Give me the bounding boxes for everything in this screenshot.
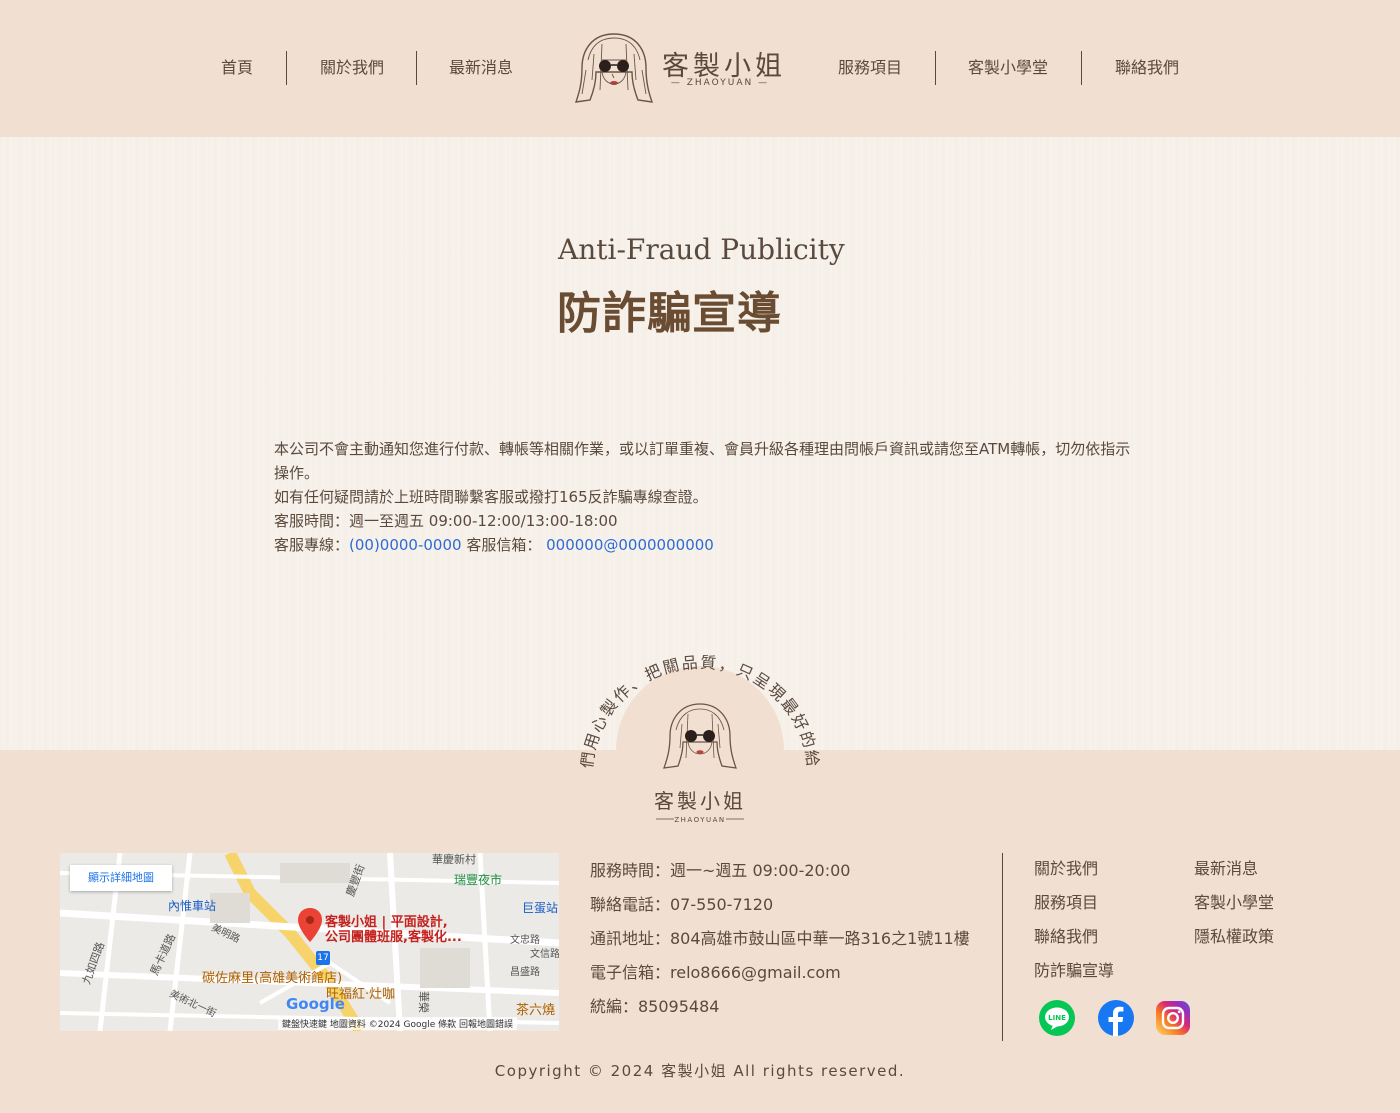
footer-address: 通訊地址：804高雄市鼓山區中華一路316之1號11樓	[590, 929, 970, 948]
footer-email: 電子信箱：relo8666@gmail.com	[590, 963, 841, 982]
footer-link-academy[interactable]: 客製小學堂	[1194, 889, 1274, 913]
nav-divider	[416, 51, 417, 85]
site-header: 首頁 關於我們 最新消息 客製小姐 — ZHAOYUAN — 服務項目 客製小學…	[0, 0, 1400, 137]
footer-phone: 聯絡電話：07-550-7120	[590, 895, 774, 914]
map-label: 文信路	[530, 949, 559, 960]
page-title: 防詐騙宣導	[557, 288, 782, 339]
map-label: 瑞豐夜市	[454, 873, 503, 887]
service-hours: 客服時間：週一至週五 09:00-12:00/13:00-18:00	[274, 512, 618, 530]
slogan-badge-graphic: 我們用心製作、把關品質，只呈現最好的給你 客製小姐 ZHAOYUAN	[571, 625, 821, 830]
badge-sub: ZHAOYUAN	[674, 816, 725, 824]
map-label: 茶六燒	[516, 1003, 556, 1018]
nav-contact[interactable]: 聯絡我們	[1115, 58, 1179, 78]
page-title-en: Anti-Fraud Publicity	[558, 233, 845, 266]
footer-tax-id: 統編：85095484	[590, 997, 720, 1016]
copyright: Copyright © 2024 客製小姐 All rights reserve…	[494, 1062, 906, 1080]
badge-name: 客製小姐	[654, 789, 746, 813]
map-label: 內惟車站	[168, 899, 217, 913]
notice-line: 如有任何疑問請於上班時間聯繫客服或撥打165反詐騙專線查證。	[274, 488, 708, 506]
footer-link-contact[interactable]: 聯絡我們	[1034, 923, 1098, 947]
map-label: 碳佐麻里(高雄美術館店)	[202, 971, 343, 986]
notice-content: 本公司不會主動通知您進行付款、轉帳等相關作業，或以訂單重複、會員升級各種理由問帳…	[274, 437, 1134, 557]
map-label: 華榮	[417, 991, 430, 1013]
map-label: 華慶新村	[432, 853, 476, 866]
map-label: 巨蛋站	[522, 901, 559, 915]
nav-divider	[935, 51, 936, 85]
map-place-name: 公司團體班服,客製化...	[325, 930, 462, 945]
notice-line: 本公司不會主動通知您進行付款、轉帳等相關作業，或以訂單重複、會員升級各種理由問帳…	[274, 440, 1131, 482]
line-icon-text: LINE	[1048, 1014, 1066, 1022]
map-attribution[interactable]: 鍵盤快速鍵 地圖資料 ©2024 Google 條款 回報地圖錯誤	[278, 1017, 517, 1030]
footer-divider	[1002, 853, 1003, 1041]
view-larger-map-button[interactable]: 顯示詳細地圖	[70, 865, 172, 891]
email-link[interactable]: 000000@0000000000	[546, 536, 714, 554]
footer-hours: 服務時間：週一~週五 09:00-20:00	[590, 861, 851, 880]
slogan-badge: 我們用心製作、把關品質，只呈現最好的給你 客製小姐 ZHAOYUAN	[571, 625, 821, 830]
nav-about[interactable]: 關於我們	[320, 58, 384, 78]
nav-news[interactable]: 最新消息	[449, 58, 513, 78]
site-logo[interactable]: 客製小姐 — ZHAOYUAN —	[574, 30, 782, 106]
footer-link-about[interactable]: 關於我們	[1034, 855, 1098, 879]
nav-divider	[286, 51, 287, 85]
footer-info: 服務時間：週一~週五 09:00-20:00 聯絡電話：07-550-7120 …	[590, 854, 970, 1024]
footer-link-news[interactable]: 最新消息	[1194, 855, 1258, 879]
footer-link-services[interactable]: 服務項目	[1034, 889, 1098, 913]
embedded-map[interactable]: 顯示詳細地圖 客製小姐 | 平面設計, 公司團體班服,客製化... 內惟車站 瑞…	[60, 853, 559, 1031]
hotline-link[interactable]: (00)0000-0000	[349, 536, 462, 554]
map-label: 昌盛路	[510, 967, 540, 978]
line-icon[interactable]: LINE	[1039, 1000, 1075, 1036]
contact-line: 客服專線：(00)0000-0000 客服信箱： 000000@00000000…	[274, 536, 714, 554]
google-logo: Google	[286, 995, 345, 1013]
facebook-icon[interactable]	[1098, 1000, 1134, 1036]
nav-divider	[1081, 51, 1082, 85]
footer-link-privacy[interactable]: 隱私權政策	[1194, 923, 1274, 947]
map-pin-icon[interactable]	[298, 908, 322, 942]
nav-academy[interactable]: 客製小學堂	[968, 58, 1048, 78]
girl-logo-icon	[574, 33, 654, 103]
map-label: 文忠路	[510, 935, 540, 946]
logo-sub: — ZHAOYUAN —	[670, 78, 770, 88]
nav-services[interactable]: 服務項目	[838, 58, 902, 78]
instagram-icon[interactable]	[1155, 1000, 1191, 1036]
route-shield: 17	[316, 951, 330, 965]
nav-home[interactable]: 首頁	[221, 58, 253, 78]
footer-link-anti-fraud[interactable]: 防詐騙宣導	[1034, 957, 1114, 981]
